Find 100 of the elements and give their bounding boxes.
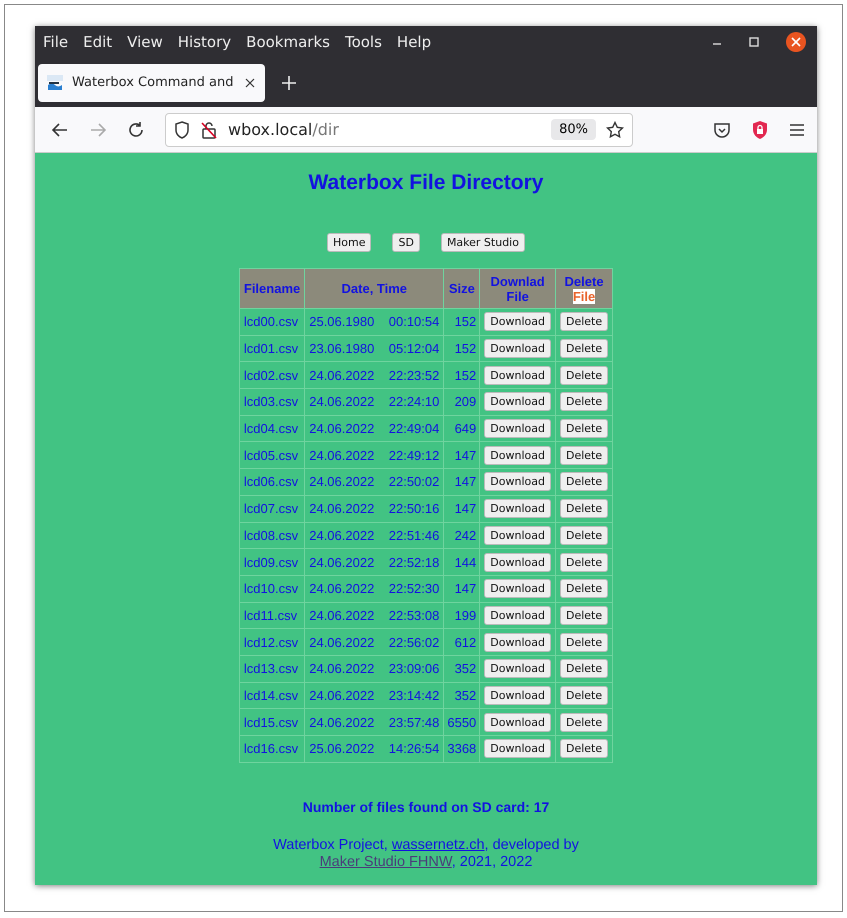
- nav-button[interactable]: SD: [392, 233, 420, 252]
- download-button[interactable]: Download: [484, 392, 551, 412]
- download-button[interactable]: Download: [484, 419, 551, 438]
- delete-button[interactable]: Delete: [560, 499, 608, 518]
- menu-item[interactable]: Tools: [344, 33, 382, 51]
- column-header: Delete File: [555, 268, 613, 308]
- menu-icon[interactable]: [789, 122, 805, 136]
- delete-button[interactable]: Delete: [560, 526, 608, 545]
- back-arrow-icon[interactable]: [51, 120, 69, 138]
- download-button[interactable]: Download: [484, 552, 551, 572]
- table-cell: 24.06.2022 22:24:10: [304, 388, 444, 416]
- table-cell: 649: [444, 415, 480, 442]
- table-cell: 24.06.2022 22:56:02: [304, 628, 444, 656]
- highlighted-word: File: [572, 288, 596, 304]
- table-cell: 24.06.2022 22:52:30: [304, 575, 444, 602]
- download-button[interactable]: Download: [484, 339, 551, 358]
- menu-item[interactable]: File: [43, 33, 68, 51]
- nav-button[interactable]: Home: [327, 233, 372, 252]
- download-button[interactable]: Download: [484, 712, 551, 732]
- delete-button[interactable]: Delete: [560, 366, 608, 385]
- download-button[interactable]: Download: [484, 499, 551, 518]
- menu-item[interactable]: Bookmarks: [246, 33, 330, 51]
- table-cell: 147: [444, 468, 480, 496]
- footer-link[interactable]: Maker Studio FHNW: [320, 854, 452, 870]
- table-cell: 24.06.2022 22:49:04: [304, 415, 444, 442]
- download-button[interactable]: Download: [484, 632, 551, 652]
- delete-button[interactable]: Delete: [560, 339, 608, 358]
- download-button[interactable]: Download: [484, 739, 551, 758]
- delete-button[interactable]: Delete: [560, 446, 608, 465]
- download-button[interactable]: Download: [484, 606, 551, 625]
- delete-button[interactable]: Delete: [560, 659, 608, 678]
- table-cell: lcd10.csv: [239, 575, 305, 602]
- delete-button[interactable]: Delete: [560, 739, 608, 758]
- column-header: Size: [444, 268, 480, 308]
- table-cell: 25.06.2022 14:26:54: [304, 736, 444, 762]
- browser-tab[interactable]: Waterbox Command and: [38, 64, 265, 102]
- table-cell: lcd16.csv: [239, 736, 305, 762]
- table-cell: lcd12.csv: [239, 628, 305, 656]
- delete-button[interactable]: Delete: [560, 606, 608, 625]
- star-icon[interactable]: [606, 120, 624, 138]
- table-cell: 242: [444, 522, 480, 549]
- table-cell: lcd02.csv: [239, 362, 305, 389]
- nav-button[interactable]: Maker Studio: [440, 233, 525, 252]
- table-cell: 24.06.2022 22:23:52: [304, 362, 444, 389]
- table-cell: lcd00.csv: [239, 308, 305, 336]
- maximize-icon[interactable]: [748, 36, 760, 48]
- delete-button[interactable]: Delete: [560, 686, 608, 705]
- table-cell: 352: [444, 682, 480, 709]
- delete-button[interactable]: Delete: [560, 419, 608, 438]
- new-tab-icon[interactable]: [281, 74, 297, 90]
- download-button[interactable]: Download: [484, 366, 551, 385]
- table-cell: 24.06.2022 22:53:08: [304, 602, 444, 629]
- delete-button[interactable]: Delete: [560, 632, 608, 652]
- delete-button[interactable]: Delete: [560, 552, 608, 572]
- table-cell: lcd06.csv: [239, 468, 305, 496]
- menu-item[interactable]: Help: [396, 33, 432, 51]
- url-text: wbox.local/dir: [228, 120, 339, 139]
- zoom-level[interactable]: 80%: [551, 119, 596, 140]
- download-button[interactable]: Download: [484, 659, 551, 678]
- download-button[interactable]: Download: [484, 312, 551, 332]
- table-cell: 24.06.2022 23:09:06: [304, 655, 444, 682]
- download-button[interactable]: Download: [484, 686, 551, 705]
- table-cell: 24.06.2022 22:52:18: [304, 548, 444, 576]
- table-cell: 24.06.2022 22:49:12: [304, 442, 444, 469]
- table-cell: lcd01.csv: [239, 335, 305, 362]
- delete-button[interactable]: Delete: [560, 579, 608, 598]
- table-cell: 24.06.2022 22:50:02: [304, 468, 444, 496]
- shield-lock-icon[interactable]: [751, 120, 769, 140]
- delete-button[interactable]: Delete: [560, 472, 608, 492]
- table-cell: 612: [444, 628, 480, 656]
- download-button[interactable]: Download: [484, 446, 551, 465]
- download-button[interactable]: Download: [484, 579, 551, 598]
- table-cell: 144: [444, 548, 480, 576]
- table-cell: lcd11.csv: [239, 602, 305, 629]
- table-cell: 152: [444, 362, 480, 389]
- table-cell: 147: [444, 575, 480, 602]
- table-cell: lcd05.csv: [239, 442, 305, 469]
- close-icon[interactable]: [785, 31, 807, 53]
- table-cell: 6550: [444, 708, 480, 736]
- delete-button[interactable]: Delete: [560, 712, 608, 732]
- footer-link[interactable]: wassernetz.ch: [392, 836, 485, 853]
- delete-button[interactable]: Delete: [560, 392, 608, 412]
- close-icon[interactable]: [245, 78, 255, 88]
- table-cell: 152: [444, 308, 480, 336]
- column-header: Date, Time: [304, 268, 444, 308]
- download-button[interactable]: Download: [484, 472, 551, 492]
- table-cell: 25.06.1980 00:10:54: [304, 308, 444, 336]
- table-cell: 3368: [444, 736, 480, 762]
- table-cell: 209: [444, 388, 480, 416]
- footer-text: Waterbox Project, wassernetz.ch, developed by Maker Studio FHNW, 2021, 2022: [272, 836, 580, 871]
- download-button[interactable]: Download: [484, 526, 551, 545]
- reload-icon[interactable]: [127, 120, 145, 138]
- pocket-icon[interactable]: [713, 120, 731, 138]
- menu-item[interactable]: History: [178, 33, 232, 51]
- address-bar[interactable]: wbox.local/dir 80%: [165, 112, 633, 146]
- table-cell: 24.06.2022 23:57:48: [304, 708, 444, 736]
- delete-button[interactable]: Delete: [560, 312, 608, 332]
- menu-item[interactable]: View: [127, 33, 163, 51]
- menu-item[interactable]: Edit: [83, 33, 112, 51]
- table-cell: lcd13.csv: [239, 655, 305, 682]
